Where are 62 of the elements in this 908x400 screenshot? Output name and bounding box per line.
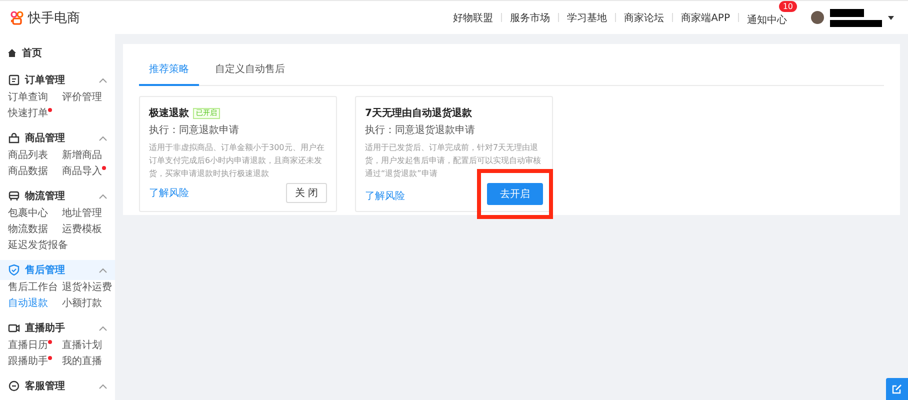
redaction-bar [830,8,864,16]
logo-icon [10,10,24,24]
card-description: 适用于已发货后、订单完成前，针对7天无理由退货，用户发起售后申请，配置后可以实现自动审核通过“退货退款”申请 [365,142,542,180]
home-icon [8,49,16,57]
shield-icon [8,264,20,276]
menu-item[interactable]: 跟播助手 [8,354,48,370]
menu-item[interactable]: 包裹中心 [8,206,48,222]
chat-icon [8,380,20,392]
menu-item[interactable]: 小额打款 [62,296,102,312]
menu-group-header[interactable]: 客服管理 [0,376,115,396]
notification-badge: 10 [778,1,797,12]
card-title: 7天无理由自动退货退款 [365,106,472,120]
chevron-up-icon [99,384,107,388]
menu-item[interactable]: 商品列表 [8,148,48,164]
home-label: 首页 [22,46,42,60]
menu-group-header[interactable]: 直播助手 [0,318,115,338]
chevron-up-icon [99,194,107,198]
document-icon [8,74,20,86]
edit-button[interactable] [886,378,908,400]
menu-item[interactable]: 快速打单 [8,106,48,122]
chevron-up-icon [99,326,107,330]
logo-text: 快手电商 [28,10,80,26]
nav-link[interactable]: 学习基地 [567,10,608,24]
card-description: 适用于非虚拟商品、订单金额小于300元、用户在订单支付完成后6小时内申请退款，且商家还未发货，买家申请退款时执行极速退款 [149,142,326,180]
menu-item[interactable]: 物流数据 [8,222,48,238]
menu-item[interactable]: 订单查询 [8,90,48,106]
menu-item[interactable]: 评价管理 [62,90,102,106]
chevron-up-icon [99,136,107,140]
nav-link[interactable]: 商家端APP [681,10,730,24]
menu-item[interactable]: 售后工作台 [8,280,58,296]
bag-icon [8,132,20,144]
edit-icon [892,384,902,394]
tab[interactable]: 自定义自动售后 [205,56,295,86]
menu-item[interactable]: 新增商品 [62,148,102,164]
menu-item[interactable]: 我的直播 [62,354,102,370]
redaction-bar [830,20,882,26]
avatar[interactable] [811,11,824,24]
close-button[interactable]: 关 闭 [286,183,327,203]
video-camera-icon [8,322,20,334]
menu-item[interactable]: 商品导入 [62,164,102,180]
chevron-up-icon [99,78,107,82]
menu-item[interactable]: 直播日历 [8,338,48,354]
menu-item[interactable]: 运费模板 [62,222,102,238]
nav-link[interactable]: 好物联盟 [453,10,494,24]
menu-item[interactable]: 直播计划 [62,338,102,354]
nav-link[interactable]: 服务市场 [510,10,550,24]
tab[interactable]: 推荐策略 [139,56,199,86]
menu-item[interactable]: 退货补运费 [62,280,112,296]
menu-item[interactable]: 商品数据 [8,164,48,180]
chevron-up-icon [99,268,107,272]
menu-group-header[interactable]: 订单管理 [0,70,115,90]
card-subtitle: 执行：同意退款申请 [149,124,240,137]
card-subtitle: 执行：同意退货退款申请 [365,124,476,137]
card-title: 极速退款 [149,106,189,120]
nav-link[interactable]: 商家论坛 [624,10,664,24]
nav-link[interactable]: 通知中心 [747,15,787,26]
menu-group-header[interactable]: 物流管理 [0,186,115,206]
menu-item[interactable]: 延迟发货报备 [8,238,68,254]
truck-icon [8,190,20,202]
caret-icon[interactable] [888,16,894,20]
menu-group-header[interactable]: 商品管理 [0,128,115,148]
menu-item[interactable]: 地址管理 [62,206,102,222]
